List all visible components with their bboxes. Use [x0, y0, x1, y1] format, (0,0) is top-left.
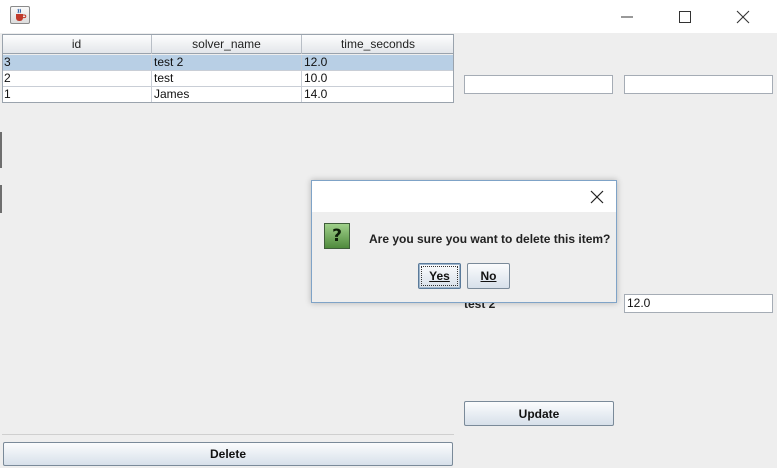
input-field-a[interactable] [464, 75, 613, 94]
yes-button[interactable]: Yes [418, 263, 461, 289]
table-body: 3 test 2 12.0 2 test 10.0 1 James 14.0 [2, 55, 454, 103]
table-row[interactable]: 2 test 10.0 [2, 71, 454, 87]
minimize-icon [621, 16, 633, 17]
cell-id[interactable]: 3 [2, 55, 152, 71]
dialog-message: Are you sure you want to delete this ite… [369, 232, 611, 246]
window-close-button[interactable] [720, 0, 766, 33]
input-field-b[interactable] [624, 75, 773, 94]
column-header-id[interactable]: id [2, 34, 152, 54]
time-seconds-field[interactable]: 12.0 [624, 294, 773, 313]
cell-id[interactable]: 1 [2, 87, 152, 103]
maximize-icon [679, 10, 691, 23]
cell-time-seconds[interactable]: 10.0 [302, 71, 454, 87]
no-button[interactable]: No [467, 263, 510, 289]
table-row[interactable]: 3 test 2 12.0 [2, 55, 454, 71]
update-button[interactable]: Update [464, 401, 614, 426]
table-scroll-pane-border [2, 434, 454, 435]
cell-solver-name[interactable]: test 2 [152, 55, 302, 71]
dialog-close-button[interactable] [578, 181, 616, 212]
column-header-time-seconds[interactable]: time_seconds [302, 34, 454, 54]
close-icon [736, 10, 750, 23]
java-cup-icon [10, 6, 30, 24]
close-icon [590, 190, 604, 203]
dialog-titlebar [312, 181, 616, 212]
question-icon: ? [324, 223, 350, 249]
maximize-button[interactable] [662, 0, 708, 33]
delete-button[interactable]: Delete [3, 442, 453, 466]
table-row[interactable]: 1 James 14.0 [2, 87, 454, 103]
cell-solver-name[interactable]: James [152, 87, 302, 103]
cell-id[interactable]: 2 [2, 71, 152, 87]
column-header-solver-name[interactable]: solver_name [152, 34, 302, 54]
confirm-delete-dialog: ? Are you sure you want to delete this i… [311, 180, 617, 303]
cell-solver-name[interactable]: test [152, 71, 302, 87]
cell-time-seconds[interactable]: 14.0 [302, 87, 454, 103]
cell-time-seconds[interactable]: 12.0 [302, 55, 454, 71]
window-titlebar [0, 0, 777, 33]
table-header: id solver_name time_seconds [2, 34, 454, 54]
minimize-button[interactable] [604, 0, 650, 33]
